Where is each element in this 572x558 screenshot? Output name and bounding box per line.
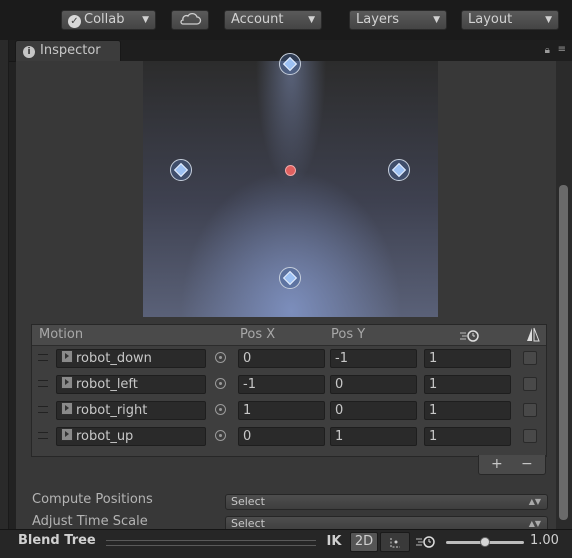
2d-toggle[interactable]: 2D (350, 532, 378, 552)
cloud-icon (180, 12, 202, 25)
animation-clip-icon (61, 402, 73, 415)
remove-motion-button[interactable]: − (521, 455, 533, 473)
drag-handle[interactable] (38, 354, 48, 361)
adjust-time-scale-label: Adjust Time Scale (32, 514, 148, 529)
motion-clip-field[interactable]: robot_left (56, 375, 206, 394)
mirror-checkbox[interactable] (523, 429, 537, 443)
motion-row: robot_left -1 0 1 (32, 372, 546, 398)
drag-handle[interactable] (38, 432, 48, 439)
mirror-checkbox[interactable] (523, 403, 537, 417)
blend-tree-title: Blend Tree (18, 533, 96, 548)
pivot-icon (390, 538, 400, 548)
tab-inspector[interactable]: i Inspector (15, 40, 121, 62)
dropdown-arrow-icon: ▼ (433, 15, 440, 25)
panel-menu-icon[interactable]: ≡ (558, 44, 566, 55)
list-footer: + − (478, 455, 546, 475)
object-picker-icon[interactable] (215, 378, 226, 389)
account-button[interactable]: Account ▼ (224, 10, 322, 30)
pos-y-field[interactable]: 0 (330, 401, 417, 420)
tab-inspector-label: Inspector (40, 43, 101, 58)
speed-field[interactable]: 1 (424, 427, 511, 446)
object-picker-icon[interactable] (215, 352, 226, 363)
account-label: Account (231, 12, 284, 27)
pos-x-field[interactable]: -1 (238, 375, 325, 394)
motion-clip-field[interactable]: robot_up (56, 427, 206, 446)
animation-clip-icon (61, 428, 73, 441)
dropdown-arrow-icon: ▼ (308, 15, 315, 25)
lock-icon[interactable]: 🔒︎ (545, 45, 550, 56)
pos-x-field[interactable]: 0 (238, 349, 325, 368)
preview-bottom-bar: Blend Tree IK 2D 1.00 (0, 529, 572, 558)
collab-label: Collab (84, 12, 125, 27)
info-icon: i (23, 46, 35, 58)
pos-y-field[interactable]: -1 (330, 349, 417, 368)
animation-clip-icon (61, 376, 73, 389)
playback-speed-icon (416, 536, 435, 548)
speed-field[interactable]: 1 (424, 349, 511, 368)
object-picker-icon[interactable] (215, 404, 226, 415)
header-pos-y: Pos Y (331, 327, 366, 342)
playback-speed-slider[interactable] (446, 537, 524, 547)
top-toolbar: ✓ Collab ▼ Account ▼ Layers ▼ Layout ▼ (0, 0, 572, 40)
layers-button[interactable]: Layers ▼ (349, 10, 447, 30)
motion-clip-name: robot_left (76, 377, 138, 392)
dropdown-arrow-icon: ▼ (545, 15, 552, 25)
playback-speed-value: 1.00 (530, 533, 559, 548)
motion-row: robot_right 1 0 1 (32, 398, 546, 424)
compute-positions-dropdown[interactable]: Select ▲▼ (225, 494, 548, 510)
ik-toggle[interactable]: IK (320, 532, 348, 552)
motion-clip-name: robot_down (76, 351, 152, 366)
blend-tree-graph[interactable] (143, 53, 438, 317)
layout-label: Layout (468, 12, 513, 27)
pos-y-field[interactable]: 1 (330, 427, 417, 446)
left-panel-edge (0, 40, 9, 540)
collab-button[interactable]: ✓ Collab ▼ (61, 10, 156, 30)
add-motion-button[interactable]: + (491, 455, 503, 473)
layers-label: Layers (356, 12, 400, 27)
motion-row: robot_up 0 1 1 (32, 424, 546, 450)
mirror-checkbox[interactable] (523, 351, 537, 365)
motion-clip-name: robot_right (76, 403, 148, 418)
blend-parameter-point[interactable] (285, 165, 296, 176)
header-motion: Motion (39, 327, 84, 342)
pos-x-field[interactable]: 1 (238, 401, 325, 420)
compute-positions-value: Select (231, 495, 265, 508)
speed-field[interactable]: 1 (424, 375, 511, 394)
drag-handle[interactable] (38, 380, 48, 387)
mirror-icon (527, 327, 540, 342)
motion-point-up[interactable] (279, 53, 301, 75)
pos-x-field[interactable]: 0 (238, 427, 325, 446)
slider-knob[interactable] (480, 537, 490, 547)
layout-button[interactable]: Layout ▼ (461, 10, 559, 30)
motion-clip-field[interactable]: robot_right (56, 401, 206, 420)
drag-bar[interactable] (106, 540, 316, 546)
speed-field[interactable]: 1 (424, 401, 511, 420)
drag-handle[interactable] (38, 406, 48, 413)
dropdown-arrow-icon: ▼ (142, 15, 149, 25)
mirror-checkbox[interactable] (523, 377, 537, 391)
motion-clip-field[interactable]: robot_down (56, 349, 206, 368)
scrollbar-thumb[interactable] (559, 185, 568, 520)
object-picker-icon[interactable] (215, 430, 226, 441)
updown-arrow-icon: ▲▼ (528, 497, 541, 506)
motion-list: Motion Pos X Pos Y robot_down 0 -1 1 rob… (31, 324, 547, 457)
motion-point-left[interactable] (170, 159, 192, 181)
motion-row: robot_down 0 -1 1 (32, 346, 546, 372)
motion-list-header: Motion Pos X Pos Y (32, 325, 546, 346)
motion-point-right[interactable] (388, 159, 410, 181)
compute-positions-label: Compute Positions (32, 492, 153, 507)
pos-y-field[interactable]: 0 (330, 375, 417, 394)
motion-point-down[interactable] (279, 267, 301, 289)
animation-clip-icon (61, 350, 73, 363)
check-icon: ✓ (68, 15, 81, 28)
pivot-toggle[interactable] (380, 532, 410, 552)
motion-clip-name: robot_up (76, 429, 134, 444)
speed-clock-icon (460, 330, 479, 342)
header-pos-x: Pos X (240, 327, 276, 342)
cloud-button[interactable] (171, 10, 209, 30)
